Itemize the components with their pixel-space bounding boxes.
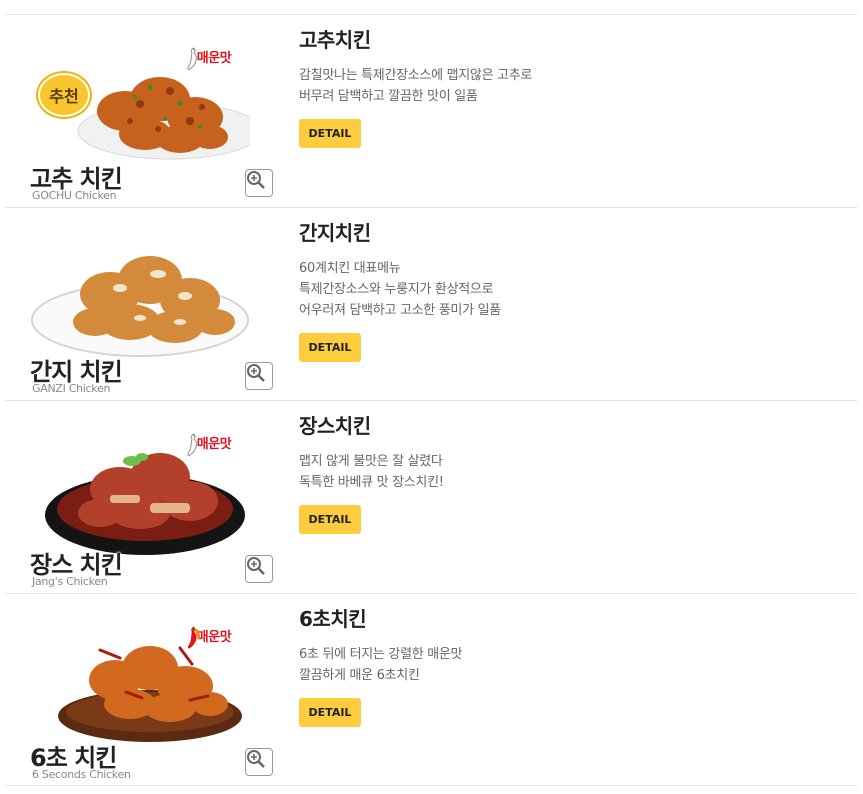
- menu-list: 추천 매운맛 고추 치킨 GOCHU Chicken 고추치킨 감칠맛나는 특제…: [5, 14, 857, 786]
- menu-title: 장스치킨: [299, 414, 371, 438]
- spicy-indicator: 매운맛: [186, 626, 242, 649]
- list-item: 간지 치킨 GANZI Chicken 간지치킨 60계치킨 대표메뉴 특제간장…: [5, 207, 857, 400]
- list-item: 매운맛 6초 치킨 6 Seconds Chicken 6초치킨 6초 뒤에 터…: [5, 593, 857, 786]
- thumb-subtitle: GOCHU Chicken: [32, 189, 117, 202]
- detail-button[interactable]: DETAIL: [299, 505, 361, 534]
- menu-description: 6초 뒤에 터지는 강렬한 매운맛 깔끔하게 매운 6초치킨: [299, 644, 819, 686]
- thumb-subtitle: GANZI Chicken: [32, 382, 111, 395]
- thumb-subtitle: Jang's Chicken: [32, 575, 108, 588]
- zoom-in-icon[interactable]: [245, 748, 273, 776]
- list-item: 매운맛 장스 치킨 Jang's Chicken 장스치킨 맵지 않게 불맛은 …: [5, 400, 857, 593]
- desc-line: 감칠맛나는 특제간장소스에 맵지않은 고추로: [299, 68, 533, 83]
- menu-info: 고추치킨 감칠맛나는 특제간장소스에 맵지않은 고추로 버무려 담백하고 깔끔한…: [299, 27, 819, 148]
- thumb-subtitle: 6 Seconds Chicken: [32, 768, 131, 781]
- menu-info: 장스치킨 맵지 않게 불맛은 잘 살렸다 독특한 바베큐 맛 장스치킨! DET…: [299, 413, 819, 534]
- menu-thumbnail[interactable]: 매운맛 장스 치킨 Jang's Chicken: [30, 415, 273, 588]
- menu-title: 6초치킨: [299, 607, 367, 631]
- desc-line: 60계치킨 대표메뉴: [299, 261, 401, 276]
- desc-line: 6초 뒤에 터지는 강렬한 매운맛: [299, 647, 463, 662]
- pepper-icon-fire: [187, 628, 201, 649]
- detail-button[interactable]: DETAIL: [299, 119, 361, 148]
- desc-line: 어우러져 담백하고 고소한 풍미가 일품: [299, 303, 501, 318]
- menu-thumbnail[interactable]: 매운맛 6초 치킨 6 Seconds Chicken: [30, 608, 273, 781]
- menu-info: 6초치킨 6초 뒤에 터지는 강렬한 매운맛 깔끔하게 매운 6초치킨 DETA…: [299, 606, 819, 727]
- desc-line: 특제간장소스와 누룽지가 환상적으로: [299, 282, 494, 297]
- menu-description: 감칠맛나는 특제간장소스에 맵지않은 고추로 버무려 담백하고 깔끔한 맛이 일…: [299, 65, 819, 107]
- zoom-in-icon[interactable]: [245, 169, 273, 197]
- list-item: 추천 매운맛 고추 치킨 GOCHU Chicken 고추치킨 감칠맛나는 특제…: [5, 14, 857, 207]
- chicken-image: [31, 256, 249, 357]
- menu-title: 고추치킨: [299, 28, 371, 52]
- desc-line: 맵지 않게 불맛은 잘 살렸다: [299, 454, 443, 469]
- desc-line: 독특한 바베큐 맛 장스치킨!: [299, 475, 444, 490]
- pepper-icon-empty: [187, 434, 197, 456]
- detail-button[interactable]: DETAIL: [299, 698, 361, 727]
- desc-line: 깔끔하게 매운 6초치킨: [299, 668, 420, 683]
- menu-thumbnail[interactable]: 간지 치킨 GANZI Chicken: [30, 222, 273, 395]
- spicy-indicator: 매운맛: [186, 433, 242, 456]
- zoom-in-icon[interactable]: [245, 362, 273, 390]
- zoom-in-icon[interactable]: [245, 555, 273, 583]
- menu-info: 간지치킨 60계치킨 대표메뉴 특제간장소스와 누룽지가 환상적으로 어우러져 …: [299, 220, 819, 362]
- menu-title: 간지치킨: [299, 221, 371, 245]
- spicy-indicator: 매운맛: [186, 47, 242, 70]
- detail-button[interactable]: DETAIL: [299, 333, 361, 362]
- menu-thumbnail[interactable]: 추천 매운맛 고추 치킨 GOCHU Chicken: [30, 29, 273, 202]
- desc-line: 버무려 담백하고 깔끔한 맛이 일품: [299, 89, 478, 104]
- menu-description: 맵지 않게 불맛은 잘 살렸다 독특한 바베큐 맛 장스치킨!: [299, 451, 819, 493]
- pepper-icon-empty: [187, 48, 197, 70]
- recommend-badge: 추천: [38, 73, 90, 117]
- menu-description: 60계치킨 대표메뉴 특제간장소스와 누룽지가 환상적으로 어우러져 담백하고 …: [299, 258, 819, 321]
